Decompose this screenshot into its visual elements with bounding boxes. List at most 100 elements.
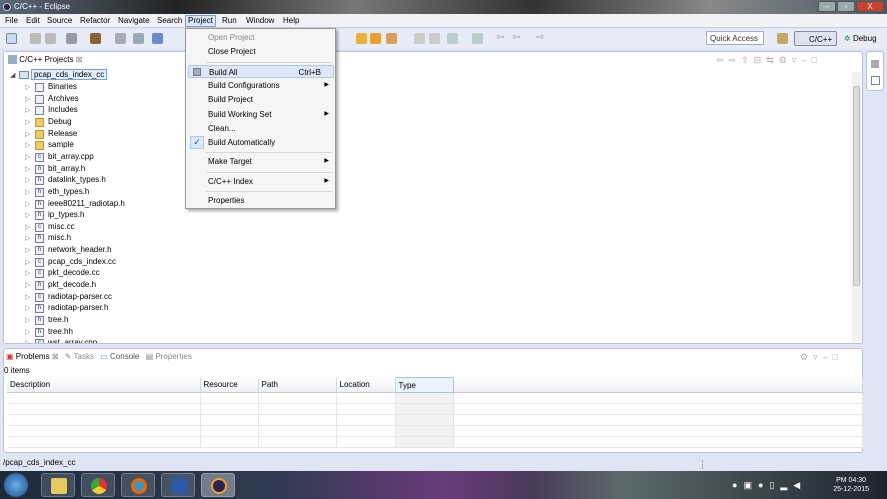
tree-item[interactable]: ▷ h ip_types.h (4, 210, 204, 221)
tree-item[interactable]: ▷ c pcap_cds_index.cc (4, 257, 204, 268)
back-icon[interactable]: ⇦ (512, 32, 520, 43)
collapsed-arrow-icon[interactable]: ▷ (25, 293, 30, 301)
tree-item[interactable]: ▷ h bit_array.h (4, 164, 204, 175)
menu-item-build-project[interactable]: Build Project (188, 93, 334, 106)
menu-project[interactable]: Project (185, 15, 216, 27)
back-icon[interactable]: ⇦ (716, 55, 729, 65)
quick-access-input[interactable]: Quick Access (706, 31, 764, 45)
col-resource[interactable]: Resource (200, 377, 259, 393)
tree-item[interactable]: ▷ h pkt_decode.h (4, 280, 204, 291)
tree-item[interactable]: ▷ h radiotap-parser.h (4, 303, 204, 314)
prev-annotation-icon[interactable] (472, 33, 483, 44)
collapsed-arrow-icon[interactable]: ▷ (25, 281, 30, 289)
up-icon[interactable]: ⇧ (741, 55, 754, 65)
collapsed-arrow-icon[interactable]: ▷ (25, 176, 30, 184)
menu-item-clean[interactable]: Clean... (188, 122, 334, 135)
open-type-icon[interactable] (356, 33, 367, 44)
search-icon[interactable] (386, 33, 397, 44)
scrollbar-thumb[interactable] (853, 86, 860, 286)
menu-refactor[interactable]: Refactor (78, 16, 112, 25)
debug-icon[interactable] (133, 33, 144, 44)
menu-item-close-project[interactable]: Close Project (188, 45, 334, 58)
menu-item-build-configurations[interactable]: Build Configurations ▶ (188, 79, 334, 92)
tab-console[interactable]: ▭ Console (100, 352, 139, 361)
outline-view-icon[interactable] (871, 76, 880, 85)
new-icon[interactable] (6, 33, 17, 44)
tree-item[interactable]: ▷ c wst_array.cpp (4, 338, 204, 343)
network-icon[interactable]: ▂ (780, 480, 793, 490)
tree-item[interactable]: ▷ Archives (4, 94, 204, 105)
close-button[interactable]: X (856, 1, 884, 12)
menu-window[interactable]: Window (244, 16, 276, 25)
filter-icon[interactable]: ⚙ (800, 352, 813, 362)
col-location[interactable]: Location (336, 377, 396, 393)
maximize-view-icon[interactable]: □ (811, 55, 821, 65)
menu-item-make-target[interactable]: Make Target ▶ (188, 155, 334, 168)
minimize-button[interactable]: – (818, 1, 836, 12)
battery-icon[interactable]: ▯ (769, 480, 780, 490)
view-menu-icon[interactable]: ▿ (813, 352, 823, 362)
tree-item[interactable]: ▷ c radiotap-parser.cc (4, 292, 204, 303)
tab-tasks[interactable]: ✎ Tasks (65, 352, 94, 361)
tree-item[interactable]: ▷ h network_header.h (4, 245, 204, 256)
col-path[interactable]: Path (258, 377, 337, 393)
minimize-view-icon[interactable]: – (801, 55, 811, 65)
volume-icon[interactable]: ◀ (793, 480, 806, 490)
maximize-view-icon[interactable]: □ (833, 352, 843, 362)
tree-item[interactable]: ▷ c bit_array.cpp (4, 152, 204, 163)
tree-item[interactable]: ▷ c misc.cc (4, 222, 204, 233)
view-menu-icon[interactable]: ▿ (792, 55, 802, 65)
tree-item[interactable]: ▷ c pkt_decode.cc (4, 268, 204, 279)
new-class-icon[interactable] (152, 33, 163, 44)
col-type[interactable]: Type (394, 377, 454, 393)
collapsed-arrow-icon[interactable]: ▷ (25, 328, 30, 336)
start-button[interactable] (4, 473, 28, 497)
tree-root[interactable]: ◢ pcap_cds_index_cc (4, 69, 204, 81)
tree-item[interactable]: ▷ h datalink_types.h (4, 175, 204, 186)
restore-icon[interactable] (871, 60, 879, 68)
close-tab-icon[interactable]: ⊠ (76, 55, 83, 64)
menu-edit[interactable]: Edit (24, 16, 42, 25)
menu-file[interactable]: File (3, 16, 20, 25)
minimize-view-icon[interactable]: – (823, 352, 833, 362)
collapsed-arrow-icon[interactable]: ▷ (25, 258, 30, 266)
collapsed-arrow-icon[interactable]: ▷ (25, 316, 30, 324)
collapsed-arrow-icon[interactable]: ▷ (25, 141, 30, 149)
tree-item[interactable]: ▷ h tree.h (4, 315, 204, 326)
open-element-icon[interactable] (370, 33, 381, 44)
collapsed-arrow-icon[interactable]: ▷ (25, 95, 30, 103)
menu-search[interactable]: Search (155, 16, 184, 25)
menu-source[interactable]: Source (45, 16, 74, 25)
next-annotation-icon[interactable] (447, 33, 458, 44)
tray-app-icon[interactable]: ▣ (743, 480, 758, 490)
collapsed-arrow-icon[interactable]: ▷ (25, 339, 30, 343)
menu-navigate[interactable]: Navigate (116, 16, 152, 25)
link-editor-icon[interactable]: ⇆ (766, 55, 779, 65)
menu-item-c-c-index[interactable]: C/C++ Index ▶ (188, 175, 334, 188)
show-whitespace-icon[interactable] (429, 33, 440, 44)
last-edit-icon[interactable]: ⇦ (496, 32, 504, 43)
collapsed-arrow-icon[interactable]: ▷ (25, 200, 30, 208)
tree-item[interactable]: ▷ Debug (4, 117, 204, 128)
collapsed-arrow-icon[interactable]: ▷ (25, 153, 30, 161)
clock[interactable]: PM 04:30 25-12-2015 (833, 476, 869, 494)
tray-info-icon[interactable]: ● (758, 480, 769, 490)
collapsed-arrow-icon[interactable]: ▷ (25, 234, 30, 242)
save-icon[interactable] (30, 33, 41, 44)
tab-cc-projects[interactable]: C/C++ Projects ⊠ (4, 52, 87, 67)
taskbar-eclipse[interactable] (201, 473, 235, 497)
taskbar-word[interactable] (161, 473, 195, 497)
collapsed-arrow-icon[interactable]: ▷ (25, 118, 30, 126)
tree-item[interactable]: ▷ Includes (4, 105, 204, 116)
collapsed-arrow-icon[interactable]: ▷ (25, 130, 30, 138)
expanded-arrow-icon[interactable]: ◢ (10, 71, 15, 79)
maximize-button[interactable]: ▫ (837, 1, 855, 12)
collapsed-arrow-icon[interactable]: ▷ (25, 188, 30, 196)
tree-item[interactable]: ▷ h tree.hh (4, 327, 204, 338)
perspective-cc[interactable]: C/C++ (794, 31, 838, 46)
filter-icon[interactable]: ⚙ (779, 55, 792, 65)
tree-item[interactable]: ▷ h eth_types.h (4, 187, 204, 198)
menu-item-build-working-set[interactable]: Build Working Set ▶ (188, 108, 334, 121)
mark-occurrences-icon[interactable] (414, 33, 425, 44)
collapsed-arrow-icon[interactable]: ▷ (25, 106, 30, 114)
